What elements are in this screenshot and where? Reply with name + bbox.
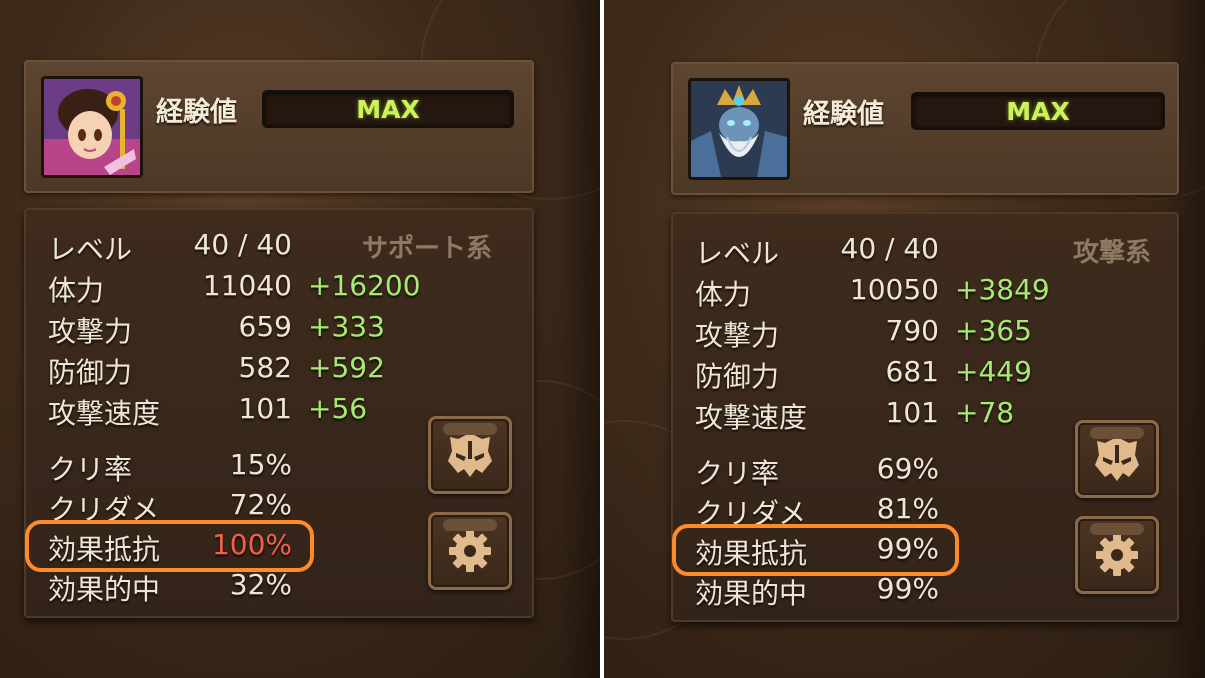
stat-value-crit-rate: 69% xyxy=(876,452,939,485)
stat-bonus-attack: +333 xyxy=(308,310,385,343)
stat-bonus-attack: +365 xyxy=(955,314,1032,347)
exp-header-panel: 経験値 MAX xyxy=(671,62,1179,195)
stat-bonus-speed: +78 xyxy=(955,396,1015,429)
stat-value-speed: 101 xyxy=(885,396,939,429)
settings-button[interactable] xyxy=(428,512,512,590)
stat-label-crit-rate: クリ率 xyxy=(695,457,780,490)
stat-label-hp: 体力 xyxy=(48,274,105,307)
stat-value-defense: 681 xyxy=(885,355,939,388)
exp-bar: MAX xyxy=(262,90,514,128)
button-cap xyxy=(443,423,497,435)
exp-value: MAX xyxy=(356,94,420,124)
button-cap xyxy=(1090,427,1144,439)
stat-label-accuracy: 効果的中 xyxy=(695,577,808,610)
monster-portrait[interactable] xyxy=(688,78,790,180)
stat-value-defense: 582 xyxy=(238,351,292,384)
class-type: サポート系 xyxy=(362,234,493,264)
resistance-highlight-outline xyxy=(25,520,314,572)
stat-bonus-defense: +449 xyxy=(955,355,1032,388)
stat-value-accuracy: 99% xyxy=(876,572,939,605)
gear-icon xyxy=(1096,534,1138,576)
stat-label-attack: 攻撃力 xyxy=(48,315,133,348)
female-monster-portrait-icon xyxy=(44,79,140,175)
gear-icon xyxy=(449,530,491,572)
stat-value-hp: 10050 xyxy=(849,273,939,306)
exp-bar: MAX xyxy=(911,92,1165,130)
stat-bonus-defense: +592 xyxy=(308,351,385,384)
stat-bonus-hp: +16200 xyxy=(308,269,421,302)
exp-label: 経験値 xyxy=(803,99,884,130)
stat-value-crit-damage: 72% xyxy=(229,488,292,521)
stat-value-level: 40 / 40 xyxy=(840,232,940,265)
stat-label-accuracy: 効果的中 xyxy=(48,573,161,606)
stat-bonus-hp: +3849 xyxy=(955,273,1050,306)
settings-button[interactable] xyxy=(1075,516,1159,594)
bearded-king-monster-portrait-icon xyxy=(691,81,787,177)
monster-skill-button[interactable] xyxy=(1075,420,1159,498)
stat-value-accuracy: 32% xyxy=(229,568,292,601)
stat-label-crit-rate: クリ率 xyxy=(48,453,133,486)
stat-label-hp: 体力 xyxy=(695,278,752,311)
monster-mask-icon xyxy=(1095,437,1139,481)
stat-value-hp: 11040 xyxy=(202,269,292,302)
button-cap xyxy=(443,519,497,531)
right-screenshot: 経験値 MAX 攻撃系 レベル 40 / 40 体力 10050 +3849 攻… xyxy=(604,0,1205,678)
left-screenshot: 経験値 MAX サポート系 レベル 40 / 40 体力 11040 +1620… xyxy=(0,0,600,678)
stat-value-crit-damage: 81% xyxy=(876,492,939,525)
stat-label-level: レベル xyxy=(695,237,780,270)
monster-skill-button[interactable] xyxy=(428,416,512,494)
exp-header-panel: 経験値 MAX xyxy=(24,60,534,193)
stat-label-attack: 攻撃力 xyxy=(695,319,780,352)
stat-value-speed: 101 xyxy=(238,392,292,425)
class-type: 攻撃系 xyxy=(1073,238,1152,268)
stat-value-crit-rate: 15% xyxy=(229,448,292,481)
stat-label-defense: 防御力 xyxy=(48,356,133,389)
monster-portrait[interactable] xyxy=(41,76,143,178)
edge-shadow xyxy=(560,0,600,678)
stat-value-level: 40 / 40 xyxy=(193,228,293,261)
exp-label: 経験値 xyxy=(156,97,237,128)
stat-value-attack: 790 xyxy=(885,314,939,347)
stat-label-defense: 防御力 xyxy=(695,360,780,393)
exp-value: MAX xyxy=(1006,96,1070,126)
stat-label-speed: 攻撃速度 xyxy=(48,397,161,430)
stat-bonus-speed: +56 xyxy=(308,392,368,425)
stat-label-level: レベル xyxy=(48,233,133,266)
stat-label-speed: 攻撃速度 xyxy=(695,401,808,434)
button-cap xyxy=(1090,523,1144,535)
monster-mask-icon xyxy=(448,433,492,477)
resistance-highlight-outline xyxy=(672,524,959,576)
stat-value-attack: 659 xyxy=(238,310,292,343)
